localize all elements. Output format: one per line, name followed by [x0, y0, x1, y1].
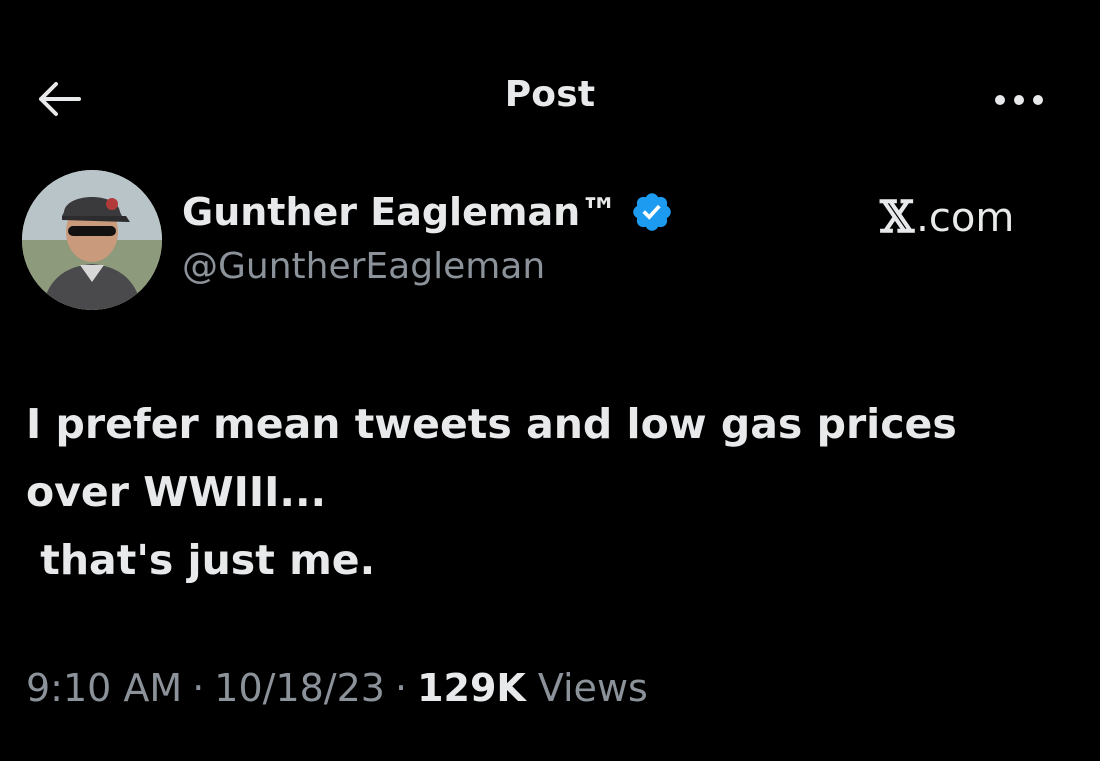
x-logo-icon: 𝕏 [880, 192, 915, 243]
views-count[interactable]: 129K [417, 666, 526, 710]
post-time[interactable]: 9:10 AM [26, 666, 182, 710]
separator-dot: · [192, 666, 205, 710]
avatar-photo [22, 170, 162, 310]
avatar[interactable] [22, 170, 162, 310]
author-handle[interactable]: @GuntherEagleman [182, 246, 545, 287]
more-options-button[interactable] [984, 80, 1054, 120]
author-name[interactable]: Gunther Eagleman™ [182, 190, 674, 234]
page-title: Post [504, 74, 596, 115]
views-label: Views [537, 666, 648, 710]
top-bar: Post [0, 0, 1100, 200]
tweet-line: over WWIII... [26, 468, 327, 516]
watermark-text: .com [916, 194, 1015, 241]
x-com-watermark: 𝕏 .com [880, 192, 1060, 243]
more-horizontal-icon [995, 95, 1043, 105]
verified-badge-icon [633, 193, 671, 231]
author-name-text: Gunther Eagleman™ [182, 190, 619, 234]
separator-dot: · [394, 666, 408, 710]
tweet-text: I prefer mean tweets and low gas prices … [26, 390, 1076, 594]
post-date[interactable]: 10/18/23 [214, 666, 385, 710]
tweet-line: that's just me. [26, 536, 376, 584]
tweet-line: I prefer mean tweets and low gas prices [26, 400, 957, 448]
post-metadata: 9:10 AM · 10/18/23 · 129K Views [26, 666, 648, 710]
